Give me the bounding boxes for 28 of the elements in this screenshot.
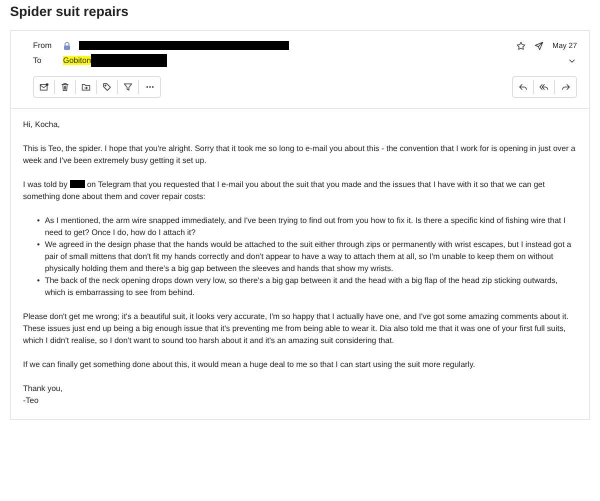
trash-icon [60, 82, 70, 92]
signoff-line: Thank you, [23, 383, 64, 395]
signoff-line: -Teo [23, 395, 40, 407]
paragraph: Hi, Kocha, [23, 119, 61, 131]
reply-icon [518, 82, 528, 92]
paragraph: This is Teo, the spider. I hope that you're alright. Sorry that it took me so long to e-mail you about this - the convention that I work for is opening in just over a week and I've been extremely busy getting it set up. [23, 143, 576, 167]
recipient-name: Gobiton [63, 56, 92, 65]
filter-icon [123, 82, 133, 92]
email-subject: Spider suit repairs [9, 3, 130, 21]
list-item: As I mentioned, the arm wire snapped immediately, and I've been trying to find out from you how to fix it. Is there a specific kind of fishing wire that I need to get? Once I do, how do I attach it? [44, 215, 567, 239]
list-item: We agreed in the design phase that the hands would be attached to the suit either through zips or permanently with wrist escapes, but I instead got a pair of small mittens that don't fit my hands correctly and don't appear to have a way to attach them at all, so I'm unable to keep them on without physically holding them and there's a big gap between the sleeves and hands that show my wrists. [44, 239, 572, 275]
send-icon [534, 40, 544, 50]
from-label: From [33, 41, 53, 50]
list-item: The back of the neck opening drops down very low, so there's a big gap between it and the head with a big flap of the head zip sticking outwards, which is embarrassing to see from behind. [44, 275, 559, 299]
paragraph: I was told by on Telegram that you requested that I e-mail you about the suit that you made and the issues that I have with it so that we can get something done about them and cover repair costs: [23, 179, 546, 203]
reply-all-icon [539, 82, 549, 92]
paragraph: Please don't get me wrong; it's a beautiful suit, it looks very accurate, I'm so happy that I actually have one, and I've got some amazing comments about it. These issues just end up being a big enough issue that it's preventing me from being able to wear it. Dia also told me that it was one of your first full suits, which I didn't realise, so I don't want to sound too harsh about it and it's an amazing suit considering that. [23, 311, 570, 347]
forward-icon [560, 82, 570, 92]
to-label: To [33, 56, 42, 65]
tag-icon [102, 82, 112, 92]
envelope-icon [39, 82, 49, 92]
folder-icon [81, 82, 91, 92]
paragraph: If we can finally get something done about this, it would mean a huge deal to me so that I can start using the suit more regularly. [23, 359, 476, 371]
bullet: • [37, 215, 40, 227]
bullet: • [37, 239, 40, 251]
bullet: • [37, 275, 40, 287]
lock-icon [63, 42, 71, 50]
star-icon [516, 40, 526, 50]
